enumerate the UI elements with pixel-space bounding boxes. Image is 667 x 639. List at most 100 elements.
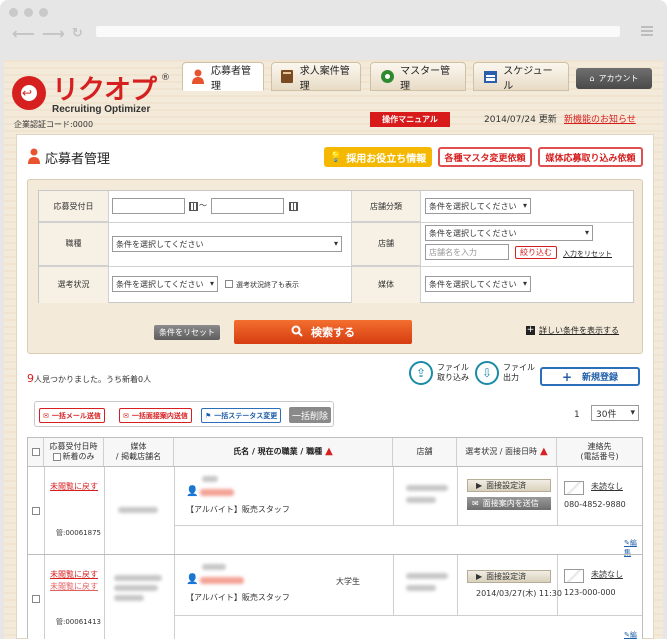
table-row[interactable]: 未閲覧に戻す 管:00061875 👤 【アルバイト】販売スタッフ ▶ 面接設定済… — [28, 466, 642, 557]
per-page-select[interactable]: 30件 — [591, 405, 639, 421]
plus-icon: + — [526, 325, 535, 335]
status-header[interactable]: 選考状況 / 面接日時 ▲ — [457, 438, 557, 466]
tab-label: スケジュール — [503, 65, 553, 92]
store-name-blurred — [406, 573, 448, 579]
management-id: 管:00061875 — [56, 529, 101, 537]
store-select[interactable]: 条件を選択してください — [425, 225, 593, 241]
account-button[interactable]: ⌂ アカウント — [576, 68, 652, 89]
tab-label: 求人案件管理 — [299, 65, 350, 92]
logo[interactable]: ↩ リクオプ ® Recruiting Optimizer — [12, 72, 172, 115]
person-icon — [191, 68, 206, 85]
store-category-select[interactable]: 条件を選択してください — [425, 198, 531, 214]
contact-header-sub: (電話番号) — [580, 452, 619, 461]
search-button[interactable]: 検索する — [234, 320, 412, 344]
status-finished-checkbox[interactable] — [225, 280, 233, 288]
bulk-delete-button[interactable]: 一括削除 — [289, 407, 331, 423]
media-select[interactable]: 条件を選択してください — [425, 276, 531, 292]
play-icon: ▶ — [476, 481, 483, 490]
upload-icon: ⇪ — [409, 361, 433, 385]
row-checkbox[interactable] — [32, 507, 40, 515]
bulk-mail-button[interactable]: ✉ 一括メール送信 — [39, 408, 105, 423]
date-header[interactable]: 応募受付日時 新着のみ — [44, 438, 104, 466]
file-import-button[interactable]: ⇪ ファイル 取り込み — [409, 361, 469, 385]
maximize-dot[interactable] — [39, 8, 48, 17]
edit-link[interactable]: ✎編集 — [624, 630, 642, 639]
browser-window: ⟵ ⟶ ↻ ↩ リクオプ ® Recruiting Optimizer 応募者管… — [0, 0, 667, 639]
store-name-blurred — [406, 497, 436, 503]
store-name-placeholder: 店舗名を入力 — [429, 247, 477, 257]
calendar-icon[interactable] — [289, 202, 298, 211]
name-header[interactable]: 氏名 / 現在の職業 / 職種 ▲ — [174, 438, 393, 466]
bulk-status-button[interactable]: ⚑ 一括ステータス変更 — [201, 408, 282, 423]
job-title: 【アルバイト】販売スタッフ — [186, 505, 290, 514]
send-interview-button[interactable]: ✉ 面接案内を送信 — [467, 497, 551, 510]
close-dot[interactable] — [9, 8, 18, 17]
logo-arrow-icon: ↩ — [22, 86, 33, 100]
help-info-button[interactable]: 💡 採用お役立ち情報 — [324, 147, 432, 167]
reset-input-link[interactable]: 入力をリセット — [563, 249, 612, 259]
status-button[interactable]: ▶ 面接設定済 — [467, 479, 551, 492]
flag-icon: ⚑ — [205, 411, 212, 420]
select-all-checkbox[interactable] — [31, 448, 40, 456]
date-to-input[interactable] — [211, 198, 284, 214]
back-arrow-icon[interactable]: ⟵ — [12, 24, 35, 43]
result-count-number: 9 — [27, 372, 34, 385]
store-header: 店舗 — [393, 438, 457, 466]
media-header-label: 媒体 — [130, 442, 147, 451]
page-number[interactable]: 1 — [574, 410, 580, 420]
unread-status[interactable]: 未読なし — [591, 481, 623, 492]
search-label: 検索する — [311, 326, 355, 339]
job-select[interactable]: 条件を選択してください — [112, 236, 342, 252]
status-select[interactable]: 条件を選択してください — [112, 276, 218, 292]
nav-buttons: ⟵ ⟶ ↻ — [12, 24, 83, 43]
page-title: 応募者管理 — [45, 152, 111, 167]
applicant-name-blurred[interactable] — [200, 489, 234, 496]
tab-job-postings[interactable]: 求人案件管理 — [271, 62, 361, 92]
row-divider — [39, 266, 633, 267]
search-form: 応募受付日 〜 店舗分類 条件を選択してください 職種 条件を選択してください … — [38, 190, 634, 303]
send-interview-label: 面接案内を送信 — [482, 499, 539, 508]
bulk-interview-button[interactable]: ✉ 一括面接案内送信 — [119, 408, 192, 423]
narrow-button[interactable]: 絞り込む — [515, 246, 557, 259]
new-only-label: 新着のみ — [62, 452, 95, 461]
calendar-icon[interactable] — [189, 202, 198, 211]
applicant-name-blurred[interactable] — [200, 577, 244, 584]
new-only-checkbox[interactable] — [52, 453, 61, 461]
forward-arrow-icon[interactable]: ⟶ — [42, 24, 65, 43]
address-bar[interactable] — [96, 26, 620, 37]
reload-icon[interactable]: ↻ — [72, 26, 83, 41]
browser-chrome: ⟵ ⟶ ↻ — [0, 0, 667, 60]
mark-unread-link[interactable]: 未閲覧に戻す — [50, 581, 98, 592]
new-registration-button[interactable]: + 新規登録 — [540, 367, 640, 386]
name-header-label: 氏名 / 現在の職業 / 職種 — [233, 447, 323, 456]
media-header-sub: / 掲載店舗名 — [115, 452, 162, 461]
row-checkbox[interactable] — [32, 595, 40, 603]
store-label: 店舗 — [351, 222, 421, 266]
store-name-input[interactable]: 店舗名を入力 — [425, 244, 509, 260]
status-button[interactable]: ▶ 面接設定済 — [467, 570, 551, 583]
file-export-button[interactable]: ⇩ ファイル 出力 — [475, 361, 535, 385]
tab-schedule[interactable]: スケジュール — [473, 62, 569, 92]
status-button-label: 面接設定済 — [486, 572, 527, 581]
play-icon: ▶ — [476, 572, 483, 581]
mail-icon: ✉ — [43, 411, 49, 420]
manual-button[interactable]: 操作マニュアル — [370, 112, 450, 127]
unread-status[interactable]: 未読なし — [591, 569, 623, 580]
reset-conditions-button[interactable]: 条件をリセット — [154, 325, 220, 340]
minimize-dot[interactable] — [24, 8, 33, 17]
mark-unread-link[interactable]: 未閲覧に戻す — [50, 569, 98, 580]
mark-unread-link[interactable]: 未閲覧に戻す — [50, 481, 98, 492]
detail-conditions-label: 詳しい条件を表示する — [539, 326, 619, 335]
media-import-button[interactable]: 媒体応募取り込み依頼 — [538, 147, 643, 167]
person-icon: 👤 — [186, 574, 199, 585]
search-box: 応募受付日 〜 店舗分類 条件を選択してください 職種 条件を選択してください … — [27, 179, 643, 354]
menu-icon[interactable] — [641, 26, 653, 36]
tab-master[interactable]: マスター管理 — [370, 62, 466, 92]
table-row[interactable]: 未閲覧に戻す 未閲覧に戻す 管:00061413 👤 大学生 【アルバイト】販売… — [28, 554, 642, 639]
detail-conditions-link[interactable]: + 詳しい条件を表示する — [526, 325, 619, 336]
tab-applicants[interactable]: 応募者管理 — [182, 62, 264, 92]
new-features-link[interactable]: 新機能のお知らせ — [564, 112, 636, 125]
date-from-input[interactable] — [112, 198, 185, 214]
master-change-button[interactable]: 各種マスタ変更依頼 — [438, 147, 532, 167]
envelope-icon — [564, 481, 584, 495]
